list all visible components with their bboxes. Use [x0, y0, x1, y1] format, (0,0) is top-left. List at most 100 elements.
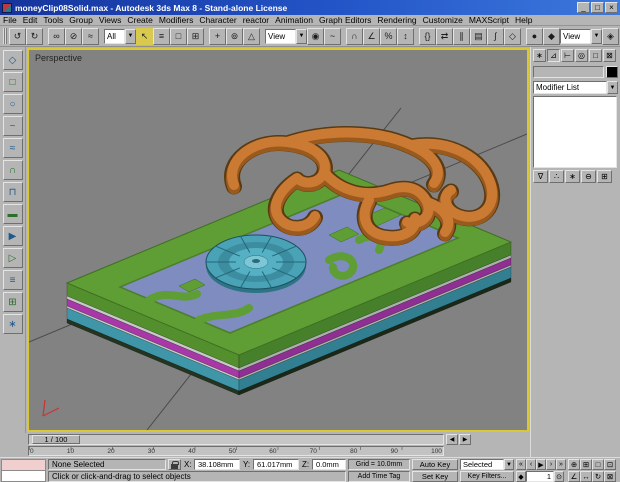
- set-key-button[interactable]: Set Key: [412, 471, 458, 482]
- reactor-cloth-collection-icon[interactable]: □: [3, 72, 23, 92]
- reactor-plane-icon[interactable]: ∩: [3, 160, 23, 180]
- next-frame-arrow-icon[interactable]: ▶: [459, 434, 471, 445]
- listener-macro-row[interactable]: [1, 459, 46, 470]
- reactor-rigid-body-collection-icon[interactable]: ◇: [3, 50, 23, 70]
- select-by-name-icon[interactable]: ≡: [153, 28, 170, 45]
- reactor-property-editor-icon[interactable]: ⊞: [3, 292, 23, 312]
- menu-reactor[interactable]: reactor: [240, 15, 272, 25]
- render-type-dropdown[interactable]: View ▼: [560, 29, 602, 44]
- menu-tools[interactable]: Tools: [40, 15, 66, 25]
- reference-coordinate-system-dropdown[interactable]: View ▼: [265, 29, 307, 44]
- key-filters-button[interactable]: Key Filters...: [460, 471, 514, 482]
- schematic-view-icon[interactable]: ◇: [504, 28, 521, 45]
- key-selection-dropdown[interactable]: Selected: [460, 459, 504, 470]
- reactor-rope-collection-icon[interactable]: ~: [3, 116, 23, 136]
- key-mode-toggle-icon[interactable]: ◆: [516, 471, 526, 482]
- auto-key-button[interactable]: Auto Key: [412, 459, 458, 470]
- previous-frame-arrow-icon[interactable]: ◀: [446, 434, 458, 445]
- time-configuration-icon[interactable]: ⊙: [554, 471, 564, 482]
- viewport-canvas[interactable]: [29, 50, 527, 430]
- mirror-icon[interactable]: ⇄: [436, 28, 453, 45]
- percent-snap-icon[interactable]: %: [380, 28, 397, 45]
- selection-lock-icon[interactable]: [168, 459, 181, 470]
- select-and-scale-icon[interactable]: △: [243, 28, 260, 45]
- chevron-down-icon[interactable]: ▼: [504, 459, 514, 470]
- menu-maxscript[interactable]: MAXScript: [466, 15, 512, 25]
- configure-modifier-sets-icon[interactable]: ⊞: [597, 170, 612, 183]
- minimize-button[interactable]: _: [577, 2, 590, 13]
- chevron-down-icon[interactable]: ▼: [591, 29, 602, 44]
- menu-help[interactable]: Help: [512, 15, 535, 25]
- remove-modifier-icon[interactable]: ⊖: [581, 170, 596, 183]
- material-editor-icon[interactable]: ●: [526, 28, 543, 45]
- menu-group[interactable]: Group: [66, 15, 96, 25]
- reactor-spring-icon[interactable]: ⊓: [3, 182, 23, 202]
- pan-icon[interactable]: ↔: [580, 471, 592, 482]
- layer-manager-icon[interactable]: ▤: [470, 28, 487, 45]
- select-and-link-icon[interactable]: ∞: [48, 28, 65, 45]
- window-crossing-icon[interactable]: ⊞: [187, 28, 204, 45]
- chevron-down-icon[interactable]: ▼: [296, 29, 307, 44]
- tab-hierarchy-icon[interactable]: ⊢: [561, 49, 574, 62]
- time-slider-handle[interactable]: 1 / 100: [32, 435, 80, 444]
- play-animation-icon[interactable]: ▶: [536, 459, 546, 470]
- unlink-selection-icon[interactable]: ⊘: [65, 28, 82, 45]
- select-and-manipulate-icon[interactable]: ~: [324, 28, 341, 45]
- reactor-analyze-world-icon[interactable]: ≡: [3, 270, 23, 290]
- modifier-stack-list[interactable]: [533, 96, 617, 168]
- previous-frame-icon[interactable]: ‹: [526, 459, 536, 470]
- go-to-end-icon[interactable]: »: [556, 459, 566, 470]
- modifier-list-dropdown[interactable]: Modifier List ▼: [533, 81, 618, 94]
- fountain-medallion[interactable]: [206, 235, 306, 293]
- maximize-button[interactable]: □: [591, 2, 604, 13]
- toolbar-drag-handle[interactable]: [3, 28, 7, 44]
- reactor-deforming-mesh-icon[interactable]: ≈: [3, 138, 23, 158]
- menu-views[interactable]: Views: [96, 15, 125, 25]
- select-and-rotate-icon[interactable]: ⊚: [226, 28, 243, 45]
- snaps-toggle-icon[interactable]: ∩: [346, 28, 363, 45]
- maxscript-mini-listener[interactable]: [1, 459, 46, 482]
- spinner-snap-icon[interactable]: ↕: [397, 28, 414, 45]
- selection-filter-dropdown[interactable]: All ▼: [104, 29, 136, 44]
- select-object-icon[interactable]: ↖: [136, 28, 153, 45]
- zoom-extents-icon[interactable]: □: [592, 459, 604, 470]
- reactor-create-animation-icon[interactable]: ▷: [3, 248, 23, 268]
- tab-create-icon[interactable]: ∗: [533, 49, 546, 62]
- menu-create[interactable]: Create: [124, 15, 156, 25]
- bind-to-space-warp-icon[interactable]: ≈: [82, 28, 99, 45]
- arc-rotate-icon[interactable]: ↻: [592, 471, 604, 482]
- menu-customize[interactable]: Customize: [420, 15, 466, 25]
- tab-modify-icon[interactable]: ⊿: [547, 49, 560, 62]
- zoom-extents-all-icon[interactable]: ⊡: [604, 459, 616, 470]
- field-of-view-icon[interactable]: ∠: [568, 471, 580, 482]
- next-frame-icon[interactable]: ›: [546, 459, 556, 470]
- z-coordinate-field[interactable]: 0.0mm: [312, 459, 346, 470]
- select-and-move-icon[interactable]: +: [209, 28, 226, 45]
- reactor-toy-car-icon[interactable]: ▬: [3, 204, 23, 224]
- tab-motion-icon[interactable]: ◎: [575, 49, 588, 62]
- menu-modifiers[interactable]: Modifiers: [156, 15, 196, 25]
- pin-stack-icon[interactable]: ∇: [533, 170, 548, 183]
- add-time-tag[interactable]: Add Time Tag: [348, 471, 410, 482]
- make-unique-icon[interactable]: ∗: [565, 170, 580, 183]
- tab-display-icon[interactable]: □: [589, 49, 602, 62]
- menu-rendering[interactable]: Rendering: [374, 15, 419, 25]
- viewport-label[interactable]: Perspective: [35, 53, 82, 63]
- close-button[interactable]: ×: [605, 2, 618, 13]
- current-frame-field[interactable]: 1: [526, 471, 554, 482]
- menu-file[interactable]: File: [0, 15, 20, 25]
- render-scene-icon[interactable]: ◆: [543, 28, 560, 45]
- menu-graph-editors[interactable]: Graph Editors: [316, 15, 374, 25]
- tab-utilities-icon[interactable]: ⊠: [603, 49, 616, 62]
- y-coordinate-field[interactable]: 61.017mm: [253, 459, 299, 470]
- reactor-utilities-icon[interactable]: ∗: [3, 314, 23, 334]
- quick-render-icon[interactable]: ◈: [602, 28, 619, 45]
- listener-script-row[interactable]: [1, 470, 46, 482]
- redo-icon[interactable]: ↻: [26, 28, 43, 45]
- curve-editor-icon[interactable]: ∫: [487, 28, 504, 45]
- reactor-preview-animation-icon[interactable]: ▶: [3, 226, 23, 246]
- object-color-swatch[interactable]: [606, 66, 618, 78]
- use-center-icon[interactable]: ◉: [307, 28, 324, 45]
- rectangular-selection-region-icon[interactable]: □: [170, 28, 187, 45]
- track-bar[interactable]: 0 10 20 30 40 50 60 70 80 90 100: [28, 446, 444, 456]
